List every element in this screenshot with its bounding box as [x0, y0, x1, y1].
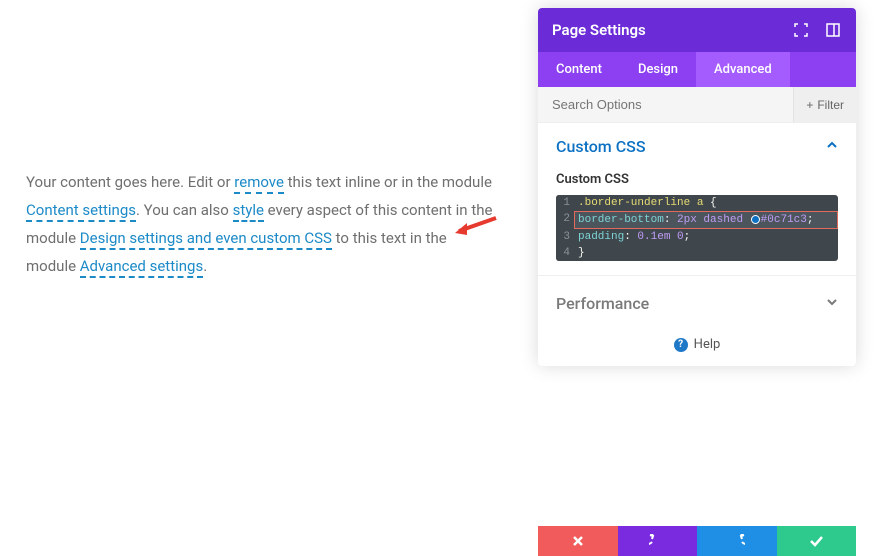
divider [538, 275, 856, 276]
link-style[interactable]: style [233, 201, 264, 222]
redo-icon [729, 534, 745, 548]
text-fragment: . You can also [136, 201, 233, 219]
redo-button[interactable] [697, 526, 777, 556]
link-content-settings[interactable]: Content settings [26, 201, 136, 222]
help-icon: ? [674, 338, 688, 352]
chevron-up-icon [826, 139, 838, 155]
code-line: } [574, 245, 838, 261]
chevron-down-icon [826, 296, 838, 312]
code-line-highlighted: border-bottom: 2px dashed #0c71c3; [574, 211, 838, 229]
section-title: Custom CSS [556, 137, 646, 156]
section-custom-css: Custom CSS Custom CSS 1 .border-underlin… [538, 123, 856, 261]
action-bar [538, 526, 856, 556]
help-link[interactable]: ? Help [538, 323, 856, 366]
section-title: Performance [556, 294, 649, 313]
link-advanced-settings[interactable]: Advanced settings [80, 257, 203, 278]
filter-label: Filter [817, 98, 844, 112]
filter-button[interactable]: + Filter [793, 87, 856, 122]
panel-title: Page Settings [552, 21, 646, 39]
panel-layout-icon[interactable] [824, 21, 842, 39]
close-icon [571, 534, 585, 548]
check-icon [808, 534, 824, 548]
text-fragment: Your content goes here. Edit or [26, 173, 234, 191]
search-input[interactable] [538, 87, 793, 122]
settings-tabs: Content Design Advanced [538, 52, 856, 87]
line-number: 1 [556, 195, 574, 211]
text-fragment: this text inline or in the module [284, 173, 492, 191]
panel-header: Page Settings [538, 8, 856, 52]
line-number: 3 [556, 229, 574, 245]
custom-css-label: Custom CSS [556, 172, 838, 187]
undo-button[interactable] [618, 526, 698, 556]
cancel-button[interactable] [538, 526, 618, 556]
search-row: + Filter [538, 87, 856, 123]
section-header-performance[interactable]: Performance [556, 294, 838, 323]
link-design-settings[interactable]: Design settings and even custom CSS [80, 229, 332, 250]
css-code-editor[interactable]: 1 .border-underline a { 2 border-bottom:… [556, 195, 838, 261]
undo-icon [649, 534, 665, 548]
tab-design[interactable]: Design [620, 52, 696, 87]
code-line: .border-underline a { [574, 195, 838, 211]
module-preview-text: Your content goes here. Edit or remove t… [26, 168, 496, 280]
save-button[interactable] [777, 526, 857, 556]
section-performance: Performance [538, 280, 856, 323]
page-settings-panel: Page Settings Content Design Advanced + … [538, 8, 856, 366]
line-number: 4 [556, 245, 574, 261]
line-number: 2 [556, 211, 574, 229]
tab-content[interactable]: Content [538, 52, 620, 87]
tab-advanced[interactable]: Advanced [696, 52, 790, 87]
color-swatch-icon [751, 215, 760, 224]
link-remove[interactable]: remove [234, 173, 284, 194]
help-label: Help [694, 337, 721, 352]
expand-icon[interactable] [792, 21, 810, 39]
section-header-custom-css[interactable]: Custom CSS [556, 137, 838, 166]
text-fragment: . [203, 257, 207, 275]
code-line: padding: 0.1em 0; [574, 229, 838, 245]
plus-icon: + [806, 98, 813, 112]
